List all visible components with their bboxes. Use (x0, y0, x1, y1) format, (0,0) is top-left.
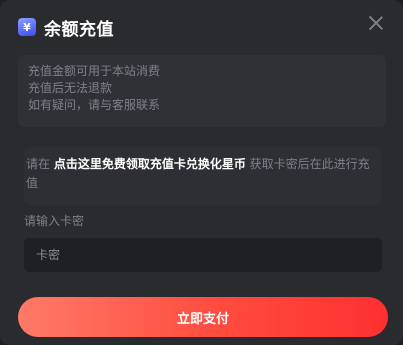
redeem-instructions: 请在 点击这里免费领取充值卡兑换化星币 获取卡密后在此进行充值 (24, 147, 382, 205)
card-key-input[interactable] (24, 238, 382, 272)
yen-coin-icon: ¥ (18, 18, 36, 36)
dialog-header: ¥ 余额充值 (18, 14, 114, 40)
dialog-title: 余额充值 (44, 19, 114, 40)
redeem-prefix: 请在 (26, 157, 54, 171)
notice-line: 如有疑问，请与客服联系 (28, 98, 161, 112)
pay-now-button[interactable]: 立即支付 (18, 297, 388, 337)
close-icon[interactable] (367, 14, 385, 32)
notice-line: 充值后无法退款 (28, 81, 113, 95)
recharge-notice: 充值金额可用于本站消费 充值后无法退款 如有疑问，请与客服联系 (18, 55, 386, 127)
recharge-dialog: ¥ 余额充值 充值金额可用于本站消费 充值后无法退款 如有疑问，请与客服联系 请… (0, 0, 403, 345)
card-key-label: 请输入卡密 (24, 214, 85, 228)
notice-line: 充值金额可用于本站消费 (28, 64, 161, 78)
free-card-link[interactable]: 点击这里免费领取充值卡兑换化星币 (54, 157, 246, 171)
